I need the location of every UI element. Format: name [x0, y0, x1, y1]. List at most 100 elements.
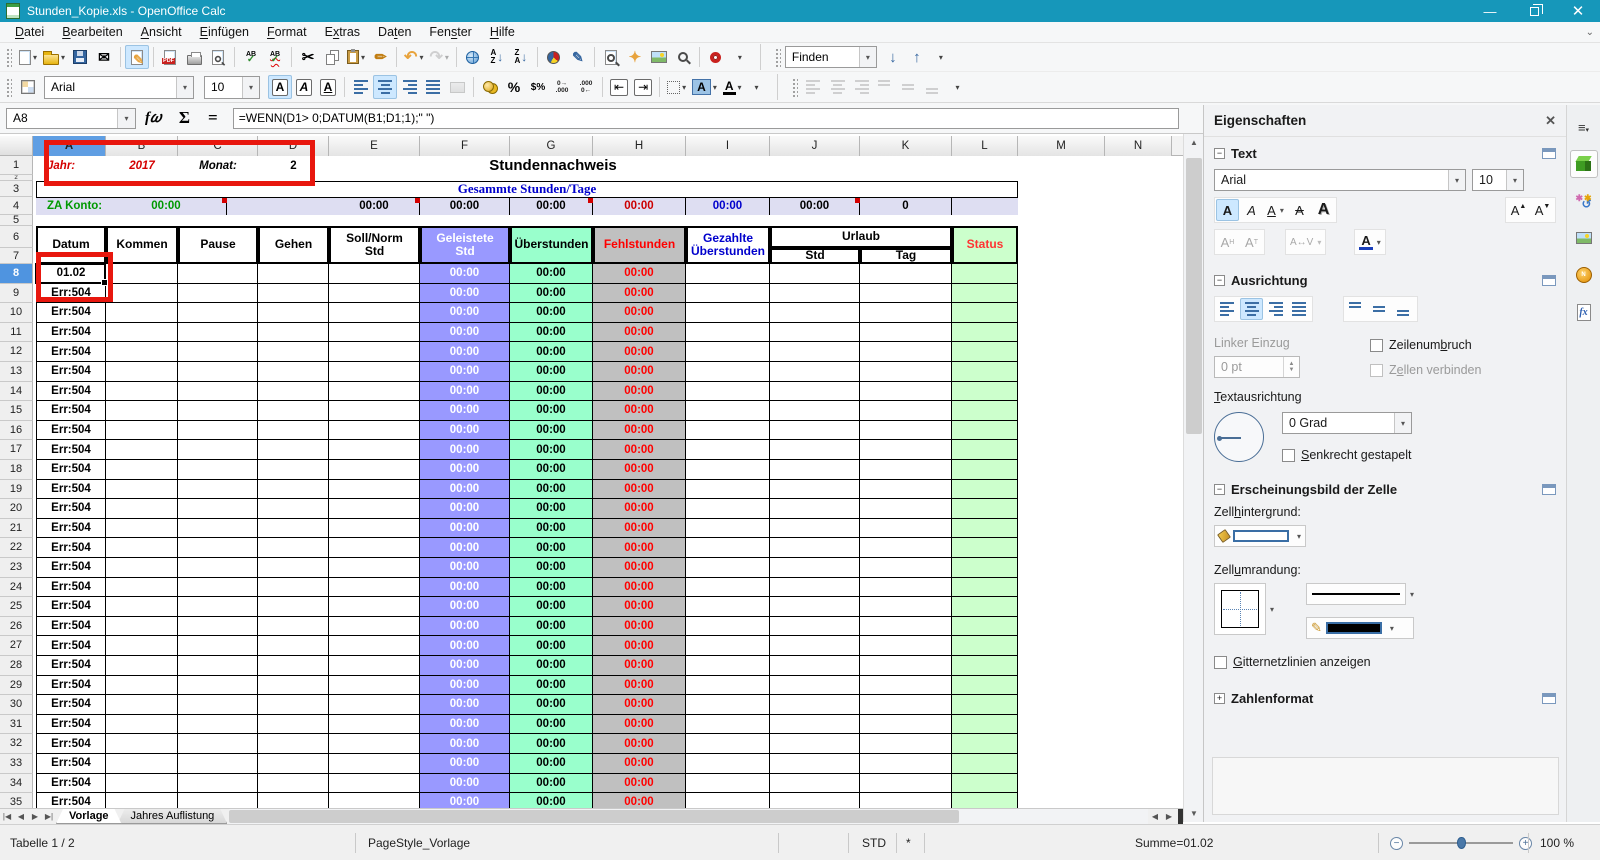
cell-J32[interactable] — [770, 734, 860, 754]
cell-K29[interactable] — [860, 675, 952, 696]
underline-button[interactable]: A — [316, 75, 340, 99]
row-header-30[interactable]: 30 — [0, 695, 33, 715]
cell-A21[interactable]: Err:504 — [36, 518, 106, 539]
expand-icon[interactable]: + — [1214, 693, 1225, 704]
bold-button[interactable]: A — [1216, 199, 1239, 221]
spreadsheet-grid[interactable]: A B C D E F G H I J K L M N 1 2 3 4 5 6 7 8 9 10 11 12 13 14 15 16 17 1… — [0, 134, 1183, 808]
cell-L10[interactable] — [952, 303, 1018, 323]
cell-A30[interactable]: Err:504 — [36, 695, 106, 715]
cell-E30[interactable] — [329, 695, 420, 715]
cell-C26[interactable] — [178, 616, 258, 637]
cell-G18[interactable]: 00:00 — [510, 460, 593, 480]
cell-H22[interactable]: 00:00 — [593, 538, 686, 558]
cell-B22[interactable] — [106, 538, 178, 558]
row-header-9[interactable]: 9 — [0, 283, 33, 304]
cell-A32[interactable]: Err:504 — [36, 734, 106, 754]
cell-H23[interactable]: 00:00 — [593, 558, 686, 578]
cell-F10[interactable]: 00:00 — [420, 303, 510, 323]
gallery-button[interactable] — [647, 45, 671, 69]
cell-K14[interactable] — [860, 381, 952, 402]
cell-K23[interactable] — [860, 558, 952, 578]
cell-J34[interactable] — [770, 773, 860, 794]
cell-E29[interactable] — [329, 675, 420, 696]
cell-H4[interactable]: 00:00 — [593, 197, 686, 215]
cell-F9[interactable]: 00:00 — [420, 283, 510, 304]
cell-E26[interactable] — [329, 616, 420, 637]
cell-I4[interactable]: 00:00 — [686, 197, 770, 215]
cell-K18[interactable] — [860, 460, 952, 480]
currency-button[interactable] — [478, 75, 502, 99]
row-header-11[interactable]: 11 — [0, 322, 33, 343]
font-color-button[interactable]: A ▾ — [720, 75, 745, 99]
cell-D8[interactable] — [258, 264, 329, 284]
scroll-down-icon[interactable]: ▼ — [1184, 805, 1204, 822]
column-header-F[interactable]: F — [420, 136, 510, 156]
draw-functions-button[interactable]: ✎ — [566, 45, 590, 69]
cell-D10[interactable] — [258, 303, 329, 323]
cell-E10[interactable] — [329, 303, 420, 323]
indent-stepper[interactable]: 0 pt ▲ ▼ — [1214, 356, 1300, 378]
cell-L28[interactable] — [952, 656, 1018, 676]
cell-F17[interactable]: 00:00 — [420, 440, 510, 460]
cell-K22[interactable] — [860, 538, 952, 558]
cell-D17[interactable] — [258, 440, 329, 460]
row-header-18[interactable]: 18 — [0, 460, 33, 480]
align-right-button[interactable] — [397, 75, 421, 99]
print-button[interactable] — [182, 45, 206, 69]
sum-display[interactable]: Summe=01.02 — [1135, 825, 1213, 860]
cell-H35[interactable]: 00:00 — [593, 793, 686, 808]
cell-F13[interactable]: 00:00 — [420, 362, 510, 382]
cell-H29[interactable]: 00:00 — [593, 675, 686, 696]
row-header-6[interactable]: 6 — [0, 226, 33, 248]
obj-center-h-button[interactable] — [826, 75, 850, 99]
section-number-format[interactable]: + Zahlenformat — [1204, 682, 1566, 711]
cell-B32[interactable] — [106, 734, 178, 754]
line-color-button[interactable]: ✎ ▾ — [1306, 617, 1415, 639]
rotation-dial[interactable] — [1214, 412, 1264, 462]
cell-G22[interactable]: 00:00 — [510, 538, 593, 558]
align-left-button[interactable] — [349, 75, 373, 99]
find-up-button[interactable]: ↑ — [905, 45, 929, 69]
cell-L25[interactable] — [952, 597, 1018, 617]
row-header-35[interactable]: 35 — [0, 793, 33, 808]
cell-K15[interactable] — [860, 401, 952, 421]
cell-D31[interactable] — [258, 714, 329, 735]
tab-navigator[interactable]: N — [1570, 261, 1598, 289]
row-header-22[interactable]: 22 — [0, 538, 33, 558]
zoom-slider-thumb[interactable] — [1457, 837, 1466, 849]
cell-A31[interactable]: Err:504 — [36, 714, 106, 735]
sidebar-align-left-button[interactable] — [1216, 298, 1239, 320]
cell-B9[interactable] — [106, 283, 178, 304]
restore-button[interactable] — [1512, 0, 1556, 22]
row-header-15[interactable]: 15 — [0, 401, 33, 421]
help-button[interactable] — [704, 45, 728, 69]
cell-I8[interactable] — [686, 264, 770, 284]
cell-B16[interactable] — [106, 420, 178, 441]
alignment-dialog-launcher-icon[interactable] — [1542, 275, 1556, 286]
cell-L13[interactable] — [952, 362, 1018, 382]
increase-indent-button[interactable]: ⇥ — [631, 75, 655, 99]
find-input[interactable]: Finden ▾ — [784, 46, 877, 68]
italic-button[interactable]: A — [1240, 199, 1263, 221]
collapse-icon[interactable]: − — [1214, 275, 1225, 286]
cell-D25[interactable] — [258, 597, 329, 617]
cell-A29[interactable]: Err:504 — [36, 675, 106, 696]
cell-L33[interactable] — [952, 754, 1018, 774]
cell-A27[interactable]: Err:504 — [36, 636, 106, 656]
column-header-N[interactable]: N — [1105, 136, 1172, 156]
cell-E34[interactable] — [329, 773, 420, 794]
cell-F27[interactable]: 00:00 — [420, 636, 510, 656]
cell-H9[interactable]: 00:00 — [593, 283, 686, 304]
new-button[interactable]: ▾ — [16, 45, 40, 69]
cell-C9[interactable] — [178, 283, 258, 304]
cell-I26[interactable] — [686, 616, 770, 637]
cell-K30[interactable] — [860, 695, 952, 715]
cell-E11[interactable] — [329, 322, 420, 343]
cell-D19[interactable] — [258, 479, 329, 500]
cell-B21[interactable] — [106, 518, 178, 539]
cell-C28[interactable] — [178, 656, 258, 676]
cell-B13[interactable] — [106, 362, 178, 382]
merge-cells-checkbox[interactable]: Zellen verbinden — [1370, 363, 1481, 377]
obj-align-right-button[interactable] — [850, 75, 874, 99]
spelling-button[interactable]: AB ✓ — [239, 45, 263, 69]
